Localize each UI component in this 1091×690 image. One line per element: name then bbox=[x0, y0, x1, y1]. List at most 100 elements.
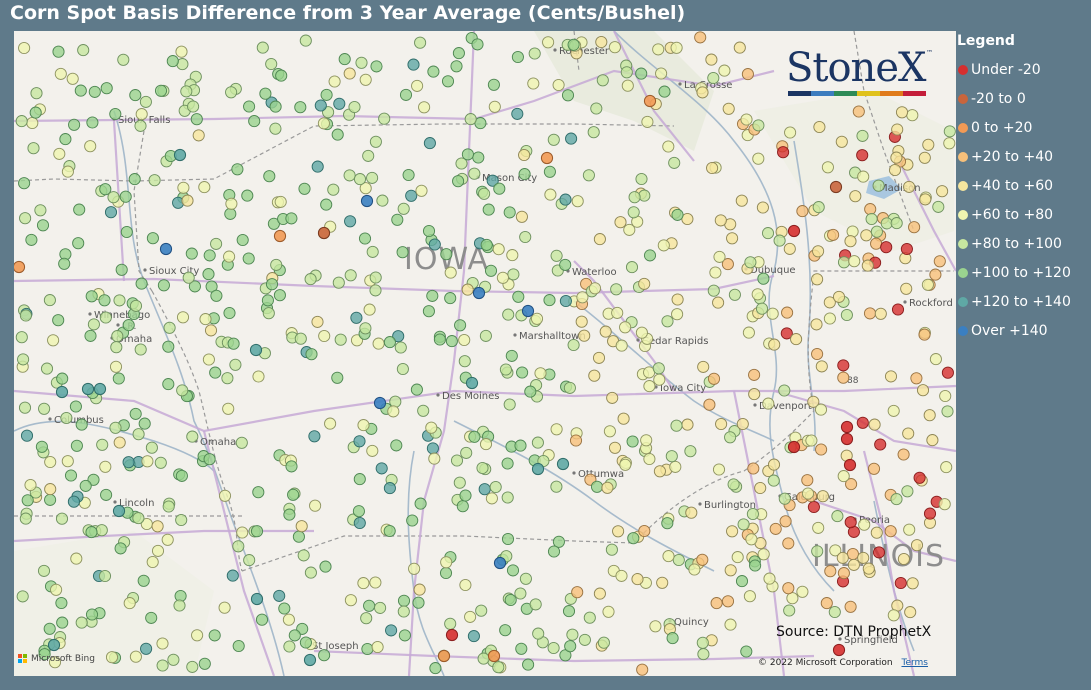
basis-point[interactable] bbox=[50, 583, 63, 596]
basis-point[interactable] bbox=[837, 359, 850, 372]
basis-point[interactable] bbox=[748, 368, 761, 381]
basis-point[interactable] bbox=[397, 594, 411, 607]
basis-point[interactable] bbox=[429, 662, 442, 675]
basis-point[interactable] bbox=[796, 205, 809, 218]
basis-point[interactable] bbox=[501, 457, 514, 470]
basis-point[interactable] bbox=[778, 384, 791, 397]
basis-point[interactable] bbox=[478, 187, 491, 200]
basis-point[interactable] bbox=[884, 525, 897, 538]
basis-point[interactable] bbox=[294, 101, 307, 114]
basis-point[interactable] bbox=[109, 421, 122, 434]
basis-point[interactable] bbox=[590, 102, 603, 115]
basis-point[interactable] bbox=[70, 439, 83, 452]
basis-point[interactable] bbox=[440, 248, 453, 261]
basis-point[interactable] bbox=[811, 347, 824, 361]
basis-point[interactable] bbox=[252, 370, 265, 383]
basis-point[interactable] bbox=[614, 216, 627, 229]
basis-point[interactable] bbox=[87, 318, 100, 331]
basis-point[interactable] bbox=[929, 353, 942, 366]
basis-point[interactable] bbox=[550, 249, 563, 262]
basis-point[interactable] bbox=[399, 88, 413, 101]
basis-point[interactable] bbox=[503, 398, 516, 411]
basis-point[interactable] bbox=[186, 430, 199, 443]
basis-point[interactable] bbox=[696, 553, 709, 566]
basis-point[interactable] bbox=[369, 284, 382, 297]
basis-point[interactable] bbox=[696, 86, 709, 99]
basis-point[interactable] bbox=[615, 569, 628, 582]
basis-point[interactable] bbox=[923, 507, 937, 520]
basis-point[interactable] bbox=[64, 469, 78, 482]
basis-point[interactable] bbox=[344, 269, 357, 282]
basis-point[interactable] bbox=[595, 35, 608, 49]
basis-point[interactable] bbox=[649, 620, 662, 633]
basis-point[interactable] bbox=[444, 266, 457, 279]
basis-point[interactable] bbox=[19, 512, 32, 525]
basis-point[interactable] bbox=[317, 117, 330, 130]
basis-point[interactable] bbox=[790, 333, 803, 346]
basis-point[interactable] bbox=[360, 612, 373, 625]
basis-point[interactable] bbox=[275, 69, 288, 82]
basis-point[interactable] bbox=[768, 338, 781, 351]
basis-point[interactable] bbox=[515, 210, 528, 223]
basis-point[interactable] bbox=[396, 246, 409, 259]
basis-point[interactable] bbox=[543, 165, 556, 178]
basis-point[interactable] bbox=[376, 194, 389, 207]
basis-point[interactable] bbox=[857, 170, 870, 183]
basis-point[interactable] bbox=[185, 247, 198, 260]
basis-point[interactable] bbox=[801, 487, 815, 500]
basis-point[interactable] bbox=[735, 575, 749, 588]
map-svg[interactable]: RochesterLa CrosseSioux FallsMason CityM… bbox=[14, 31, 956, 676]
basis-point[interactable] bbox=[531, 436, 544, 449]
basis-point[interactable] bbox=[588, 369, 601, 382]
basis-point[interactable] bbox=[807, 500, 820, 514]
basis-point[interactable] bbox=[657, 239, 670, 252]
basis-point[interactable] bbox=[741, 68, 754, 81]
basis-point[interactable] bbox=[503, 206, 516, 219]
basis-point[interactable] bbox=[766, 307, 779, 320]
basis-point[interactable] bbox=[482, 203, 495, 216]
basis-point[interactable] bbox=[563, 381, 576, 394]
basis-point[interactable] bbox=[86, 116, 99, 129]
basis-point[interactable] bbox=[55, 512, 69, 525]
basis-point[interactable] bbox=[248, 115, 261, 128]
basis-point[interactable] bbox=[478, 483, 491, 496]
basis-point[interactable] bbox=[129, 299, 143, 312]
basis-point[interactable] bbox=[225, 86, 238, 99]
basis-point[interactable] bbox=[85, 608, 99, 621]
basis-point[interactable] bbox=[532, 627, 545, 640]
basis-point[interactable] bbox=[528, 47, 541, 60]
basis-point[interactable] bbox=[512, 290, 525, 303]
basis-point[interactable] bbox=[305, 348, 318, 361]
basis-point[interactable] bbox=[70, 552, 83, 565]
basis-point[interactable] bbox=[132, 512, 145, 525]
basis-point[interactable] bbox=[283, 508, 296, 521]
basis-point[interactable] bbox=[740, 113, 753, 126]
basis-point[interactable] bbox=[327, 183, 340, 196]
basis-point[interactable] bbox=[900, 242, 913, 256]
basis-point[interactable] bbox=[936, 185, 949, 198]
basis-point[interactable] bbox=[547, 133, 560, 146]
basis-point[interactable] bbox=[202, 353, 215, 366]
basis-point[interactable] bbox=[456, 500, 469, 513]
basis-point[interactable] bbox=[727, 478, 740, 491]
basis-point[interactable] bbox=[736, 417, 749, 431]
basis-point[interactable] bbox=[255, 613, 269, 626]
basis-point[interactable] bbox=[263, 170, 276, 183]
basis-point[interactable] bbox=[836, 551, 849, 564]
basis-point[interactable] bbox=[145, 611, 158, 624]
basis-point[interactable] bbox=[843, 458, 857, 472]
basis-point[interactable] bbox=[383, 336, 396, 349]
basis-point[interactable] bbox=[918, 151, 931, 164]
basis-point[interactable] bbox=[122, 319, 135, 332]
basis-point[interactable] bbox=[849, 190, 862, 203]
basis-point[interactable] bbox=[656, 576, 669, 589]
basis-point[interactable] bbox=[344, 594, 357, 607]
basis-point[interactable] bbox=[812, 245, 825, 258]
basis-point[interactable] bbox=[744, 256, 757, 269]
basis-point[interactable] bbox=[128, 173, 141, 186]
basis-point[interactable] bbox=[204, 324, 218, 337]
basis-point[interactable] bbox=[283, 640, 296, 653]
basis-point[interactable] bbox=[208, 629, 221, 642]
basis-point[interactable] bbox=[453, 476, 466, 489]
basis-point[interactable] bbox=[608, 441, 622, 454]
